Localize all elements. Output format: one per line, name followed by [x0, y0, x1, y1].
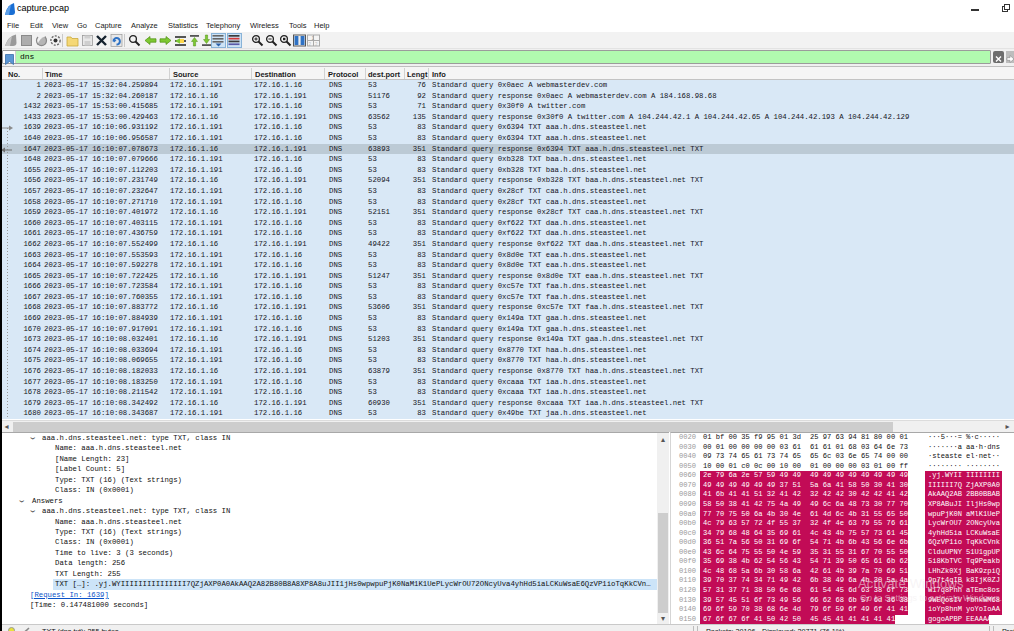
svg-text:1: 1 [312, 35, 315, 41]
